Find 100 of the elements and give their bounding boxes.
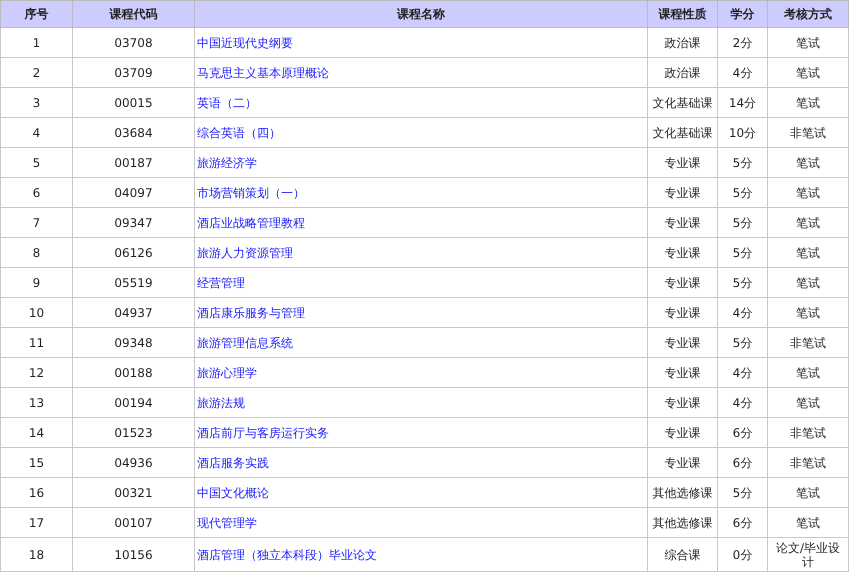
table-cell: 笔试: [768, 478, 848, 508]
column-header: 课程代码: [72, 0, 194, 28]
table-cell: 笔试: [768, 238, 848, 268]
table-cell: 18: [0, 538, 72, 572]
table-cell: 笔试: [768, 358, 848, 388]
table-cell: 政治课: [648, 28, 718, 58]
column-header: 序号: [0, 0, 72, 28]
course-link[interactable]: 酒店前厅与客房运行实务: [197, 426, 329, 440]
course-link[interactable]: 酒店康乐服务与管理: [197, 306, 305, 320]
table-cell: 专业课: [648, 388, 718, 418]
table-cell: 文化基础课: [648, 118, 718, 148]
table-cell: 5分: [718, 178, 768, 208]
course-link[interactable]: 旅游人力资源管理: [197, 246, 293, 260]
table-cell: 专业课: [648, 148, 718, 178]
table-cell: 5分: [718, 328, 768, 358]
table-cell: 10: [0, 298, 72, 328]
table-cell: 06126: [72, 238, 194, 268]
course-link[interactable]: 中国文化概论: [197, 486, 269, 500]
table-cell: 笔试: [768, 268, 848, 298]
table-cell: 文化基础课: [648, 88, 718, 118]
table-cell: 00107: [72, 508, 194, 538]
table-cell: 专业课: [648, 358, 718, 388]
table-cell: 09348: [72, 328, 194, 358]
table-cell: 11: [0, 328, 72, 358]
table-cell: 04937: [72, 298, 194, 328]
table-cell: 10156: [72, 538, 194, 572]
table-cell: 16: [0, 478, 72, 508]
table-cell: 6: [0, 178, 72, 208]
table-cell: 笔试: [768, 28, 848, 58]
table-cell: 12: [0, 358, 72, 388]
table-cell: 5分: [718, 478, 768, 508]
table-cell: 5分: [718, 208, 768, 238]
course-link[interactable]: 英语（二）: [197, 96, 257, 110]
table-cell: 政治课: [648, 58, 718, 88]
table-cell: 专业课: [648, 328, 718, 358]
course-link[interactable]: 旅游心理学: [197, 366, 257, 380]
course-link[interactable]: 酒店管理（独立本科段）毕业论文: [197, 548, 377, 562]
table-cell: 专业课: [648, 448, 718, 478]
table-cell: 1: [0, 28, 72, 58]
course-link[interactable]: 旅游经济学: [197, 156, 257, 170]
table-cell: 7: [0, 208, 72, 238]
table-cell: 6分: [718, 508, 768, 538]
course-link[interactable]: 旅游法规: [197, 396, 245, 410]
table-cell: 8: [0, 238, 72, 268]
table-cell: 4分: [718, 358, 768, 388]
column-header: 学分: [718, 0, 768, 28]
course-link[interactable]: 中国近现代史纲要: [197, 36, 293, 50]
table-cell: 专业课: [648, 268, 718, 298]
table-cell: 00188: [72, 358, 194, 388]
table-cell: 13: [0, 388, 72, 418]
table-cell: 非笔试: [768, 448, 848, 478]
table-cell: 专业课: [648, 178, 718, 208]
table-cell: 综合课: [648, 538, 718, 572]
table-cell: 15: [0, 448, 72, 478]
course-link[interactable]: 现代管理学: [197, 516, 257, 530]
course-link[interactable]: 酒店业战略管理教程: [197, 216, 305, 230]
table-cell: 笔试: [768, 88, 848, 118]
table-cell: 笔试: [768, 148, 848, 178]
table-cell: 01523: [72, 418, 194, 448]
table-cell: 笔试: [768, 58, 848, 88]
table-cell: 2: [0, 58, 72, 88]
table-cell: 9: [0, 268, 72, 298]
table-cell: 笔试: [768, 388, 848, 418]
table-cell: 14分: [718, 88, 768, 118]
table-cell: 专业课: [648, 208, 718, 238]
table-cell: 6分: [718, 418, 768, 448]
course-link[interactable]: 经营管理: [197, 276, 245, 290]
course-link[interactable]: 市场营销策划（一）: [197, 186, 305, 200]
table-cell: 专业课: [648, 418, 718, 448]
course-link[interactable]: 旅游管理信息系统: [197, 336, 293, 350]
table-cell: 17: [0, 508, 72, 538]
table-cell: 2分: [718, 28, 768, 58]
table-cell: 04936: [72, 448, 194, 478]
column-header: 考核方式: [768, 0, 848, 28]
table-cell: 3: [0, 88, 72, 118]
table-cell: 5: [0, 148, 72, 178]
table-cell: 03684: [72, 118, 194, 148]
table-cell: 00187: [72, 148, 194, 178]
table-cell: 05519: [72, 268, 194, 298]
table-cell: 5分: [718, 238, 768, 268]
table-cell: 03709: [72, 58, 194, 88]
table-cell: 04097: [72, 178, 194, 208]
table-cell: 03708: [72, 28, 194, 58]
table-cell: 10分: [718, 118, 768, 148]
course-link[interactable]: 马克思主义基本原理概论: [197, 66, 329, 80]
table-cell: 14: [0, 418, 72, 448]
course-link[interactable]: 酒店服务实践: [197, 456, 269, 470]
table-cell: 5分: [718, 268, 768, 298]
table-cell: 4分: [718, 388, 768, 418]
table-cell: 00015: [72, 88, 194, 118]
table-cell: 4分: [718, 58, 768, 88]
table-cell: 论文/毕业设计: [768, 538, 848, 572]
table-cell: 非笔试: [768, 418, 848, 448]
course-link[interactable]: 综合英语（四）: [197, 126, 281, 140]
table-cell: 专业课: [648, 238, 718, 268]
table-cell: 笔试: [768, 298, 848, 328]
table-cell: 笔试: [768, 208, 848, 238]
table-cell: 00194: [72, 388, 194, 418]
table-cell: 非笔试: [768, 118, 848, 148]
table-cell: 0分: [718, 538, 768, 572]
